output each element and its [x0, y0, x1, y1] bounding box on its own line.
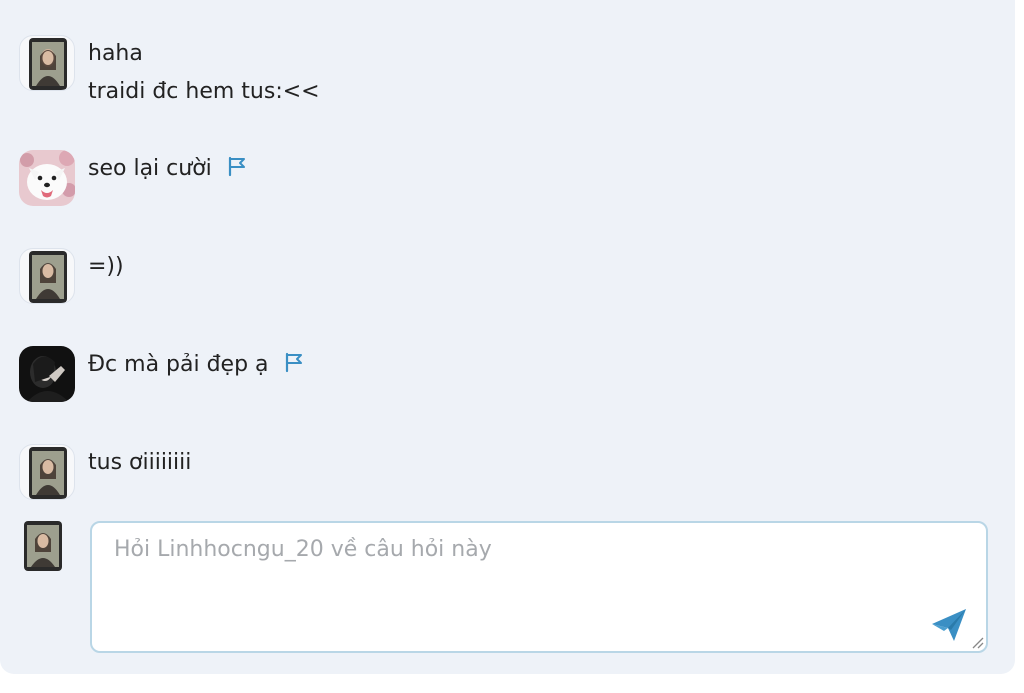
avatar[interactable] [19, 444, 75, 500]
comment-text: tus ơiiiiiiii [88, 444, 191, 482]
comment-input[interactable] [92, 523, 986, 651]
comment-line: tus ơiiiiiiii [88, 450, 192, 475]
avatar[interactable] [19, 150, 75, 206]
avatar[interactable] [19, 35, 75, 91]
comment-line: traidi đc hem tus:<< [88, 79, 320, 104]
comment-text: Đc mà pải đẹp ạ [88, 346, 305, 384]
send-icon[interactable] [930, 607, 968, 643]
comments-panel: haha traidi đc hem tus:<< seo lại cười =… [0, 0, 1015, 674]
comment-text: =)) [88, 248, 124, 286]
current-user-avatar [19, 520, 67, 572]
avatar[interactable] [19, 346, 75, 402]
comment-line: =)) [88, 254, 124, 279]
comment-line: haha [88, 41, 143, 66]
comment-line: Đc mà pải đẹp ạ [88, 352, 269, 377]
comment-line: seo lại cười [88, 156, 212, 181]
comment-text: haha traidi đc hem tus:<< [88, 35, 320, 111]
resize-handle[interactable] [970, 635, 984, 649]
comment-composer [90, 521, 988, 653]
flag-icon[interactable] [226, 155, 248, 177]
flag-icon[interactable] [283, 351, 305, 373]
comment-text: seo lại cười [88, 150, 248, 188]
avatar[interactable] [19, 248, 75, 304]
